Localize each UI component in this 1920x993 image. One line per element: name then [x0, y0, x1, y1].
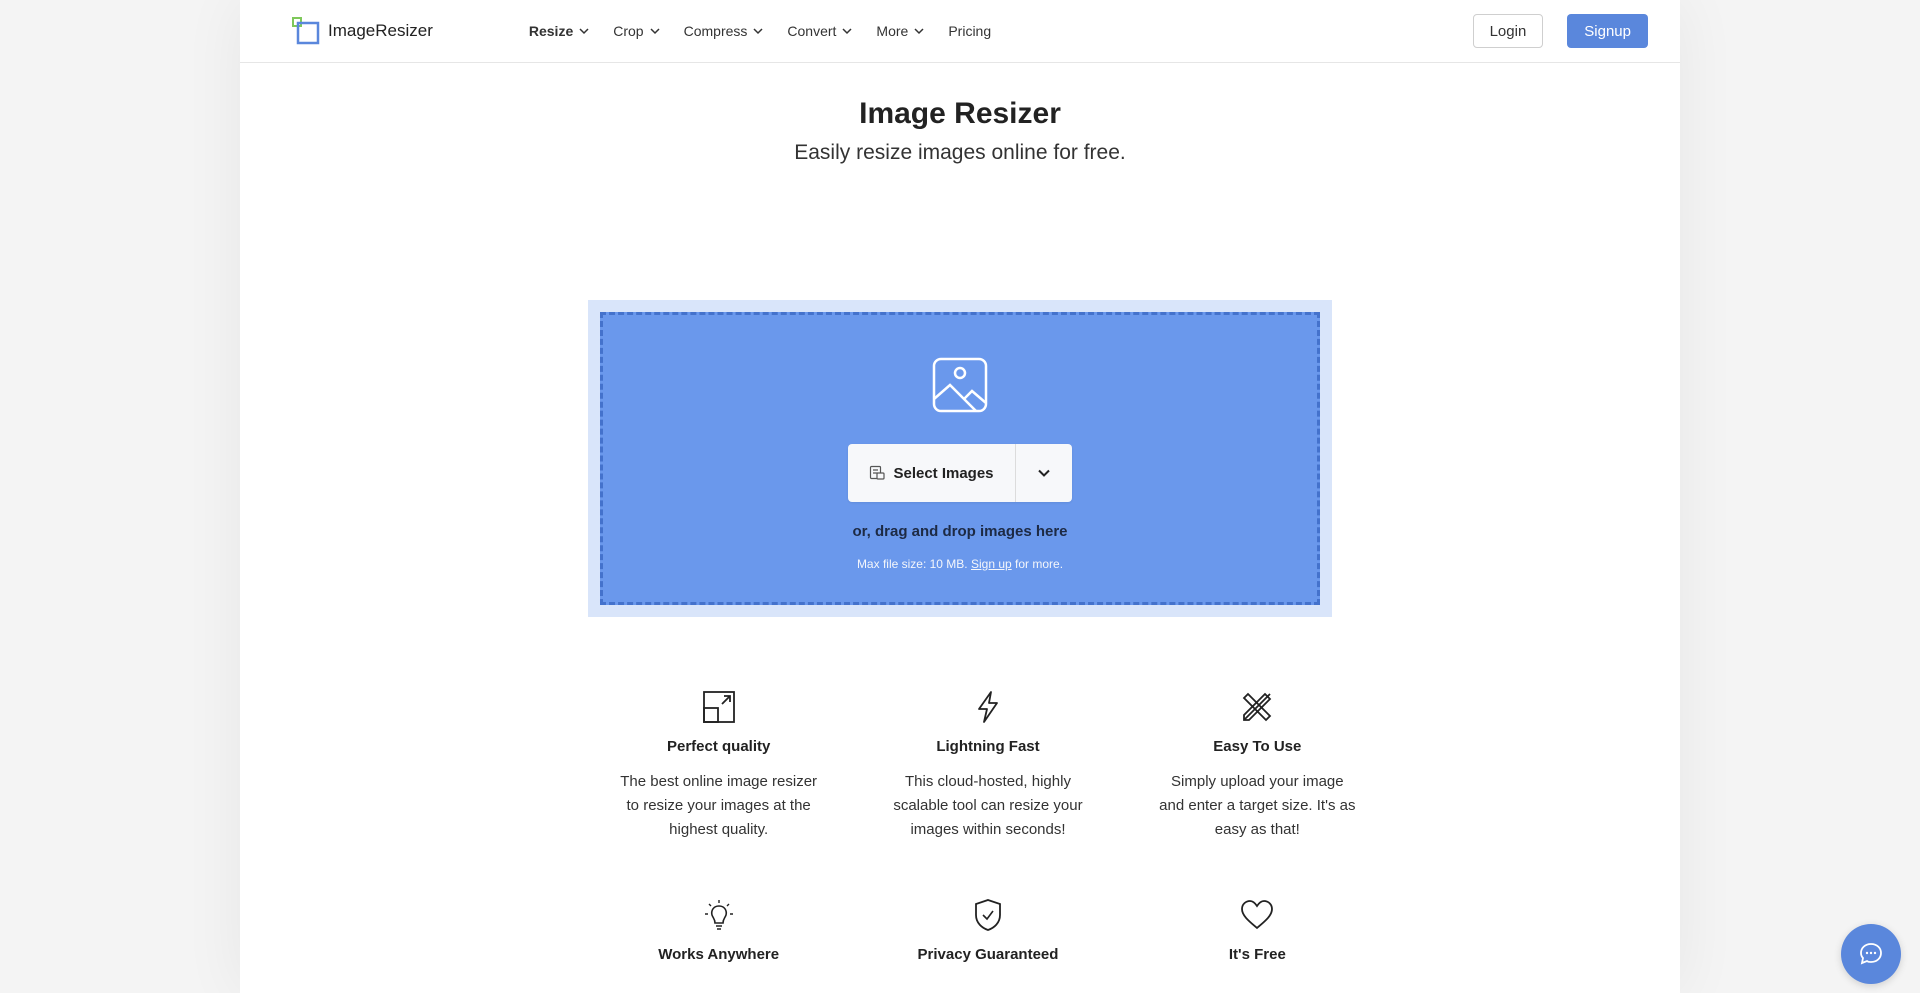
signup-button[interactable]: Signup: [1567, 14, 1648, 48]
logo-icon: [292, 17, 320, 45]
feature-item: Perfect quality The best online image re…: [584, 690, 853, 842]
feature-item: Lightning Fast This cloud-hosted, highly…: [853, 690, 1122, 842]
signup-link[interactable]: Sign up: [971, 557, 1012, 571]
feature-item: Works Anywhere: [584, 898, 853, 963]
lightbulb-icon: [704, 900, 733, 930]
page-subtitle: Easily resize images online for free.: [794, 141, 1126, 164]
feature-text: The best online image resizer to resize …: [620, 773, 818, 838]
nav-more[interactable]: More: [876, 23, 924, 39]
logo[interactable]: ImageResizer: [292, 17, 433, 45]
select-images-button[interactable]: Select Images: [848, 444, 1016, 502]
main-nav: Resize Crop Compress Convert More Pricin…: [529, 23, 1473, 39]
feature-item: Easy To Use Simply upload your image and…: [1123, 690, 1392, 842]
nav-pricing[interactable]: Pricing: [948, 23, 991, 39]
chevron-down-icon: [650, 28, 660, 35]
nav-compress[interactable]: Compress: [684, 23, 764, 39]
max-file-size-note: Max file size: 10 MB. Sign up for more.: [857, 557, 1063, 571]
nav-more-label: More: [876, 23, 909, 39]
chevron-down-icon: [753, 28, 763, 35]
upload-dropzone-frame: Select Images or, drag and drop images h…: [588, 300, 1332, 617]
chat-button[interactable]: [1841, 924, 1901, 984]
feature-title: Perfect quality: [666, 738, 771, 755]
page: ImageResizer Resize Crop Compress Conver…: [240, 0, 1680, 993]
chevron-down-icon: [579, 28, 589, 35]
feature-title: Privacy Guaranteed: [917, 946, 1059, 963]
heart-icon: [1241, 900, 1274, 930]
chat-icon: [1860, 943, 1882, 965]
feature-item: It's Free: [1123, 898, 1392, 963]
feature-title: It's Free: [1228, 946, 1286, 963]
image-icon: [932, 357, 988, 413]
upload-dropzone[interactable]: Select Images or, drag and drop images h…: [600, 312, 1320, 605]
chevron-down-icon: [842, 28, 852, 35]
drag-drop-hint: or, drag and drop images here: [852, 523, 1068, 540]
nav-pricing-label: Pricing: [948, 23, 992, 39]
nav-crop-label: Crop: [613, 23, 644, 39]
nav-crop[interactable]: Crop: [613, 23, 660, 39]
feature-text: Simply upload your image and enter a tar…: [1159, 773, 1356, 838]
nav-resize[interactable]: Resize: [529, 23, 589, 39]
hero: Image Resizer Easily resize images onlin…: [240, 63, 1680, 165]
feature-title: Lightning Fast: [936, 738, 1040, 755]
nav-compress-label: Compress: [683, 23, 748, 39]
feature-item: Privacy Guaranteed: [853, 898, 1122, 963]
feature-title: Easy To Use: [1213, 738, 1302, 755]
feature-title: Works Anywhere: [658, 946, 780, 963]
chevron-down-icon: [914, 28, 924, 35]
select-images-group: Select Images: [848, 444, 1072, 502]
feature-text: This cloud-hosted, highly scalable tool …: [893, 773, 1083, 838]
chevron-down-icon: [1038, 469, 1050, 477]
resize-icon: [702, 691, 735, 723]
page-title: Image Resizer: [859, 97, 1061, 130]
max-size-prefix: Max file size: 10 MB.: [856, 557, 968, 571]
nav-convert[interactable]: Convert: [787, 23, 852, 39]
tools-icon: [1243, 692, 1272, 722]
header: ImageResizer Resize Crop Compress Conver…: [240, 0, 1680, 63]
nav-convert-label: Convert: [787, 23, 837, 39]
file-image-icon: [870, 465, 886, 480]
select-source-dropdown[interactable]: [1016, 444, 1072, 502]
login-button[interactable]: Login: [1472, 14, 1544, 48]
logo-text: ImageResizer: [328, 21, 433, 40]
features-grid: Perfect quality The best online image re…: [584, 690, 1392, 963]
select-images-label: Select Images: [893, 464, 994, 482]
nav-resize-label: Resize: [528, 23, 574, 39]
max-size-suffix: for more.: [1015, 557, 1064, 571]
lightning-icon: [978, 691, 998, 723]
shield-icon: [975, 899, 1001, 931]
